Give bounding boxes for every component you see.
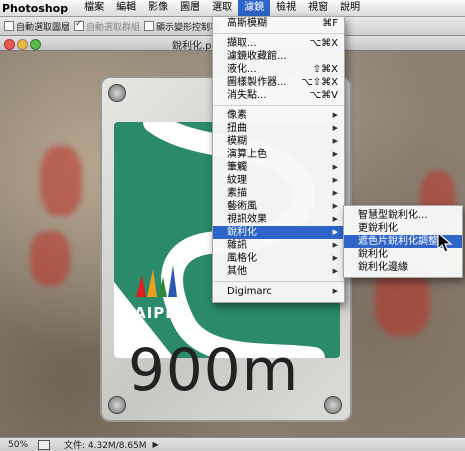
filter-other[interactable]: 其他 ▶ bbox=[213, 265, 344, 278]
filter-sketch[interactable]: 素描 ▶ bbox=[213, 187, 344, 200]
red-paint-mark bbox=[40, 146, 82, 216]
sign-distance-text: 900m bbox=[128, 336, 300, 404]
close-window-button[interactable] bbox=[4, 39, 15, 50]
filter-brush-strokes[interactable]: 筆觸 ▶ bbox=[213, 161, 344, 174]
filter-gallery[interactable]: 濾鏡收藏館... bbox=[213, 50, 344, 63]
filter-pixelate[interactable]: 像素 ▶ bbox=[213, 109, 344, 122]
filter-digimarc[interactable]: Digimarc ▶ bbox=[213, 285, 344, 298]
filter-sharpen[interactable]: 銳利化 ▶ bbox=[213, 226, 344, 239]
screw-icon bbox=[108, 396, 126, 414]
zoom-window-button[interactable] bbox=[30, 39, 41, 50]
menu-help[interactable]: 說明 bbox=[334, 0, 366, 16]
filter-pattern-maker[interactable]: 圖樣製作器... ⌥⇧⌘X bbox=[213, 76, 344, 89]
menu-view[interactable]: 檢視 bbox=[270, 0, 302, 16]
filter-artistic[interactable]: 藝術風 ▶ bbox=[213, 200, 344, 213]
sharpen-edges[interactable]: 銳利化邊緣 bbox=[344, 261, 462, 274]
sharpen-smart[interactable]: 智慧型銳利化... bbox=[344, 209, 462, 222]
filter-last-gaussian-blur[interactable]: 高斯模糊 ⌘F bbox=[213, 17, 344, 30]
sign-brand-text: TAIPEI bbox=[124, 304, 184, 322]
auto-select-group-checkbox[interactable]: 自動選取群組 bbox=[74, 19, 141, 33]
red-paint-mark bbox=[30, 231, 70, 286]
menu-separator bbox=[213, 33, 344, 34]
checkbox-box[interactable] bbox=[74, 19, 85, 31]
screw-icon bbox=[108, 84, 126, 102]
filter-vanishing-point[interactable]: 消失點... ⌥⌘V bbox=[213, 89, 344, 102]
filter-render[interactable]: 演算上色 ▶ bbox=[213, 148, 344, 161]
status-info-icon[interactable] bbox=[38, 439, 50, 450]
auto-select-layer-label: 自動選取圖層 bbox=[16, 22, 71, 33]
filter-stylize[interactable]: 風格化 ▶ bbox=[213, 252, 344, 265]
filter-extract[interactable]: 擷取... ⌥⌘X bbox=[213, 37, 344, 50]
menu-window[interactable]: 視窗 bbox=[302, 0, 334, 16]
zoom-level[interactable]: 50% bbox=[0, 440, 38, 450]
menu-layer[interactable]: 圖層 bbox=[174, 0, 206, 16]
screw-icon bbox=[324, 396, 342, 414]
document-size-info: 文件: 4.32M/8.65M bbox=[64, 441, 147, 451]
checkbox-box[interactable] bbox=[144, 21, 155, 31]
filter-video[interactable]: 視訊效果 ▶ bbox=[213, 213, 344, 226]
checkbox-box[interactable] bbox=[4, 21, 14, 31]
show-transform-label: 顯示變形控制項 bbox=[156, 22, 220, 33]
menu-separator bbox=[213, 281, 344, 282]
menu-separator bbox=[213, 105, 344, 106]
filter-distort[interactable]: 扭曲 ▶ bbox=[213, 122, 344, 135]
show-transform-checkbox[interactable]: 顯示變形控制項 bbox=[144, 20, 219, 33]
auto-select-layer-checkbox[interactable]: 自動選取圖層 bbox=[4, 20, 70, 33]
filter-texture[interactable]: 紋理 ▶ bbox=[213, 174, 344, 187]
menu-bar: Photoshop 檔案 編輯 影像 圖層 選取 濾鏡 檢視 視窗 說明 bbox=[0, 0, 465, 17]
menu-select[interactable]: 選取 bbox=[206, 0, 238, 16]
filter-blur[interactable]: 模糊 ▶ bbox=[213, 135, 344, 148]
minimize-window-button[interactable] bbox=[17, 39, 28, 50]
filter-noise[interactable]: 雜訊 ▶ bbox=[213, 239, 344, 252]
menu-edit[interactable]: 編輯 bbox=[110, 0, 142, 16]
menu-image[interactable]: 影像 bbox=[142, 0, 174, 16]
app-menu-photoshop[interactable]: Photoshop bbox=[0, 2, 78, 15]
status-bar: 50% 文件: 4.32M/8.65M ▶ bbox=[0, 437, 465, 451]
menu-file[interactable]: 檔案 bbox=[78, 0, 110, 16]
auto-select-group-label: 自動選取群組 bbox=[86, 22, 141, 33]
filter-menu: 高斯模糊 ⌘F 擷取... ⌥⌘X 濾鏡收藏館... 液化... ⇧⌘X 圖樣製作器.… bbox=[212, 16, 345, 303]
filter-liquify[interactable]: 液化... ⇧⌘X bbox=[213, 63, 344, 76]
status-menu-arrow-icon[interactable]: ▶ bbox=[153, 440, 159, 449]
mouse-cursor-icon bbox=[437, 232, 453, 253]
menu-filter[interactable]: 濾鏡 bbox=[238, 0, 271, 16]
